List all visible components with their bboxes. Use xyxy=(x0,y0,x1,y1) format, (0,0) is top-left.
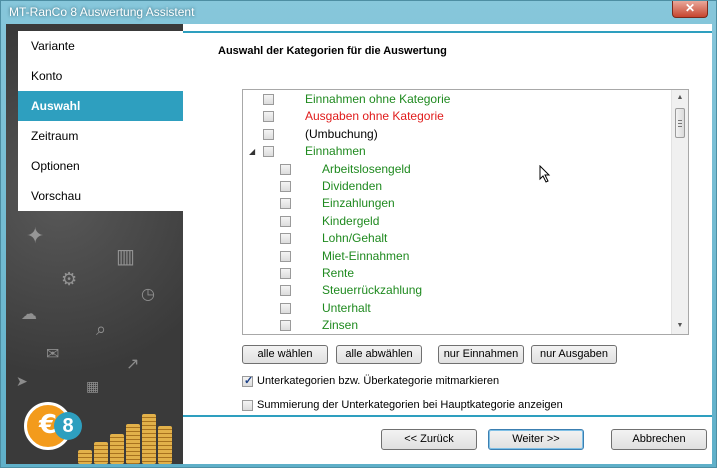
step-variante[interactable]: Variante xyxy=(18,31,183,61)
sidebar: ✦ ▥ ⚙ ◷ ☁ ⌕ ✉ ↗ ➤ ▦ Variante Konto Auswa… xyxy=(6,24,183,464)
category-label[interactable]: Steuerrückzahlung xyxy=(322,283,422,297)
cancel-button[interactable]: Abbrechen xyxy=(611,429,707,450)
grip-line xyxy=(678,120,682,121)
category-label[interactable]: (Umbuchung) xyxy=(305,127,378,141)
tree-scrollbar[interactable]: ▲ ▼ xyxy=(671,90,688,334)
grip-line xyxy=(678,126,682,127)
category-label[interactable]: Einzahlungen xyxy=(322,196,395,210)
category-checkbox[interactable] xyxy=(280,181,291,192)
select-all-button[interactable]: alle wählen xyxy=(242,345,328,364)
category-label[interactable]: Arbeitslosengeld xyxy=(322,162,411,176)
deselect-all-button[interactable]: alle abwählen xyxy=(336,345,422,364)
version-badge: 8 xyxy=(54,412,82,440)
tree-row[interactable]: Dividenden xyxy=(243,178,671,195)
category-checkbox[interactable] xyxy=(263,128,274,140)
scroll-down-icon[interactable]: ▼ xyxy=(672,318,688,334)
category-label[interactable]: Einnahmen ohne Kategorie xyxy=(305,92,450,106)
category-checkbox[interactable] xyxy=(263,111,274,123)
category-checkbox[interactable] xyxy=(263,146,274,158)
coin-stack xyxy=(110,434,124,464)
mouse-cursor-icon xyxy=(539,164,551,186)
category-label[interactable]: Unterhalt xyxy=(322,301,371,315)
coin-stack xyxy=(94,442,108,464)
wizard-window: MT-RanCo 8 Auswertung Assistent ✕ ✦ ▥ ⚙ … xyxy=(0,0,717,468)
envelope-icon: ✉ xyxy=(46,344,60,363)
sum-subcategories-checkbox[interactable] xyxy=(242,400,253,411)
page-title: Auswahl der Kategorien für die Auswertun… xyxy=(218,45,447,57)
footer-bar: << Zurück Weiter >> Abbrechen xyxy=(183,417,712,464)
category-checkbox[interactable] xyxy=(280,302,291,314)
next-button[interactable]: Weiter >> xyxy=(488,429,584,450)
category-label[interactable]: Einnahmen xyxy=(305,144,366,158)
sum-subcategories-label: Summierung der Unterkategorien bei Haupt… xyxy=(257,399,563,411)
tree-row[interactable]: Kindergeld xyxy=(243,213,671,230)
category-label[interactable]: Lohn/Gehalt xyxy=(322,231,387,245)
tree-row[interactable]: Lohn/Gehalt xyxy=(243,230,671,247)
category-tree[interactable]: Zinsen Unterhalt Steuerrückzahlung Rente Mie… xyxy=(242,89,689,335)
coin-stack xyxy=(78,450,92,464)
grip-line xyxy=(678,123,682,124)
coin-stacks-image xyxy=(76,402,183,464)
mark-subcategories-checkbox[interactable]: ✓ xyxy=(242,375,254,387)
main-panel: Auswahl der Kategorien für die Auswertun… xyxy=(183,31,712,417)
category-label[interactable]: Miet-Einnahmen xyxy=(322,249,409,263)
category-checkbox[interactable] xyxy=(280,215,291,227)
category-label[interactable]: Zinsen xyxy=(322,318,358,332)
paperplane-icon: ➤ xyxy=(16,374,28,390)
tree-row[interactable]: Miet-Einnahmen xyxy=(243,248,671,265)
tree-row[interactable]: Zinsen xyxy=(243,317,671,334)
coin-stack xyxy=(142,414,156,464)
tree-row[interactable]: Einnahmen ohne Kategorie xyxy=(243,91,671,108)
category-checkbox[interactable] xyxy=(280,163,291,175)
category-checkbox[interactable] xyxy=(280,233,291,245)
client-area: ✦ ▥ ⚙ ◷ ☁ ⌕ ✉ ↗ ➤ ▦ Variante Konto Auswa… xyxy=(6,24,712,464)
tree-row[interactable]: Einzahlungen xyxy=(243,195,671,212)
wizard-steps: Variante Konto Auswahl Zeitraum Optionen… xyxy=(18,31,183,211)
close-button[interactable]: ✕ xyxy=(672,1,708,18)
step-vorschau[interactable]: Vorschau xyxy=(18,181,183,211)
step-zeitraum[interactable]: Zeitraum xyxy=(18,121,183,151)
tree-row[interactable]: Unterhalt xyxy=(243,300,671,317)
tree-row[interactable]: Steuerrückzahlung xyxy=(243,282,671,299)
category-checkbox[interactable] xyxy=(280,320,291,332)
back-button[interactable]: << Zurück xyxy=(381,429,477,450)
lightbulb-icon: ✦ xyxy=(26,224,45,249)
title-bar[interactable]: MT-RanCo 8 Auswertung Assistent ✕ xyxy=(1,1,716,23)
expand-collapse-icon[interactable]: ◢ xyxy=(249,147,255,156)
category-checkbox[interactable] xyxy=(263,94,274,105)
category-checkbox[interactable] xyxy=(280,198,291,210)
step-konto[interactable]: Konto xyxy=(18,61,183,91)
tree-row[interactable]: Ausgaben ohne Kategorie xyxy=(243,108,671,125)
tree-row[interactable]: (Umbuchung) xyxy=(243,126,671,143)
category-label[interactable]: Ausgaben ohne Kategorie xyxy=(305,109,444,123)
category-label[interactable]: Kindergeld xyxy=(322,214,379,228)
tree-row[interactable]: ◢ Einnahmen xyxy=(243,143,671,160)
calendar-icon: ▦ xyxy=(86,379,100,395)
gear-icon: ⚙ xyxy=(61,269,78,290)
scroll-up-icon[interactable]: ▲ xyxy=(672,90,688,106)
coin-stack xyxy=(158,426,172,464)
cloud-icon: ☁ xyxy=(21,304,37,323)
step-auswahl[interactable]: Auswahl xyxy=(18,91,183,121)
magnifier-icon: ⌕ xyxy=(96,319,107,340)
window-title: MT-RanCo 8 Auswertung Assistent xyxy=(9,5,195,19)
tree-row[interactable]: Rente xyxy=(243,265,671,282)
category-label[interactable]: Rente xyxy=(322,266,354,280)
step-optionen[interactable]: Optionen xyxy=(18,151,183,181)
only-income-button[interactable]: nur Einnahmen xyxy=(438,345,524,364)
category-checkbox[interactable] xyxy=(280,285,291,297)
category-label[interactable]: Dividenden xyxy=(322,179,382,193)
only-expenses-button[interactable]: nur Ausgaben xyxy=(531,345,617,364)
checkmark-icon: ✓ xyxy=(244,375,254,387)
chart-icon: ▥ xyxy=(116,244,135,268)
category-checkbox[interactable] xyxy=(280,268,291,279)
coin-stack xyxy=(126,424,140,464)
scroll-thumb[interactable] xyxy=(675,108,685,138)
clock-icon: ◷ xyxy=(141,284,155,303)
category-checkbox[interactable] xyxy=(280,250,291,262)
mark-subcategories-label: Unterkategorien bzw. Überkategorie mitma… xyxy=(257,375,500,387)
tree-row[interactable]: Arbeitslosengeld xyxy=(243,161,671,178)
graph-icon: ↗ xyxy=(126,354,140,373)
